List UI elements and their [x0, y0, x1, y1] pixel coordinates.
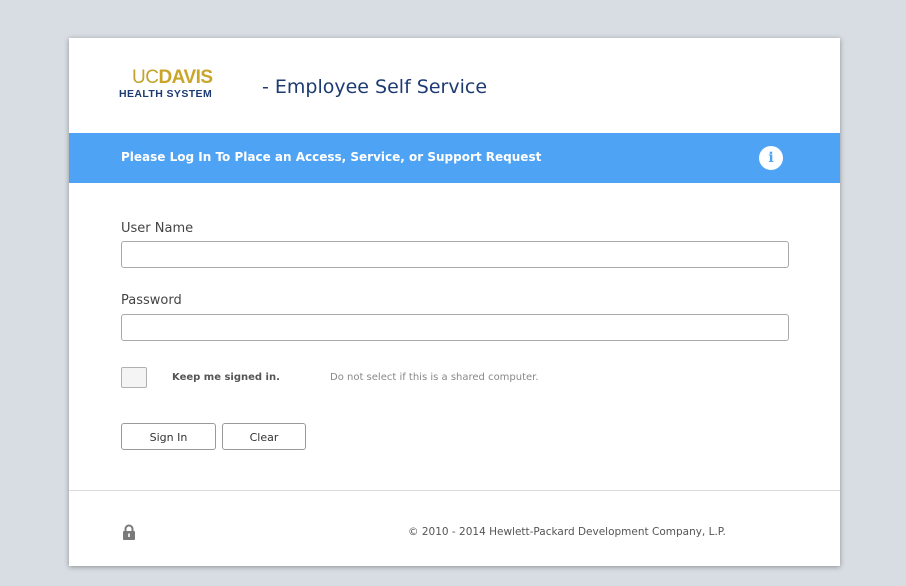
header: UCDAVIS HEALTH SYSTEM - Employee Self Se… [69, 38, 840, 133]
logo-health-system: HEALTH SYSTEM [119, 88, 213, 100]
login-banner: Please Log In To Place an Access, Servic… [69, 133, 840, 183]
logo-wordmark: UCDAVIS [132, 68, 213, 87]
shared-computer-note: Do not select if this is a shared comput… [330, 372, 539, 383]
username-input[interactable] [121, 241, 789, 268]
info-icon[interactable]: i [759, 146, 783, 170]
login-card: UCDAVIS HEALTH SYSTEM - Employee Self Se… [69, 38, 840, 566]
lock-icon [121, 524, 137, 540]
clear-button[interactable]: Clear [222, 423, 306, 450]
username-label: User Name [121, 221, 194, 236]
keep-signed-in-checkbox[interactable] [121, 367, 147, 388]
password-input[interactable] [121, 314, 789, 341]
keep-signed-in-label[interactable]: Keep me signed in. [172, 371, 280, 385]
copyright-text: © 2010 - 2014 Hewlett-Packard Developmen… [408, 526, 726, 538]
banner-message: Please Log In To Place an Access, Servic… [121, 150, 542, 164]
app-title: - Employee Self Service [262, 76, 488, 98]
logo-davis: DAVIS [158, 67, 213, 88]
password-label: Password [121, 293, 182, 308]
footer-divider [69, 490, 840, 491]
logo-uc: UC [132, 67, 159, 88]
ucdavis-health-logo: UCDAVIS HEALTH SYSTEM [119, 68, 259, 102]
sign-in-button[interactable]: Sign In [121, 423, 216, 450]
